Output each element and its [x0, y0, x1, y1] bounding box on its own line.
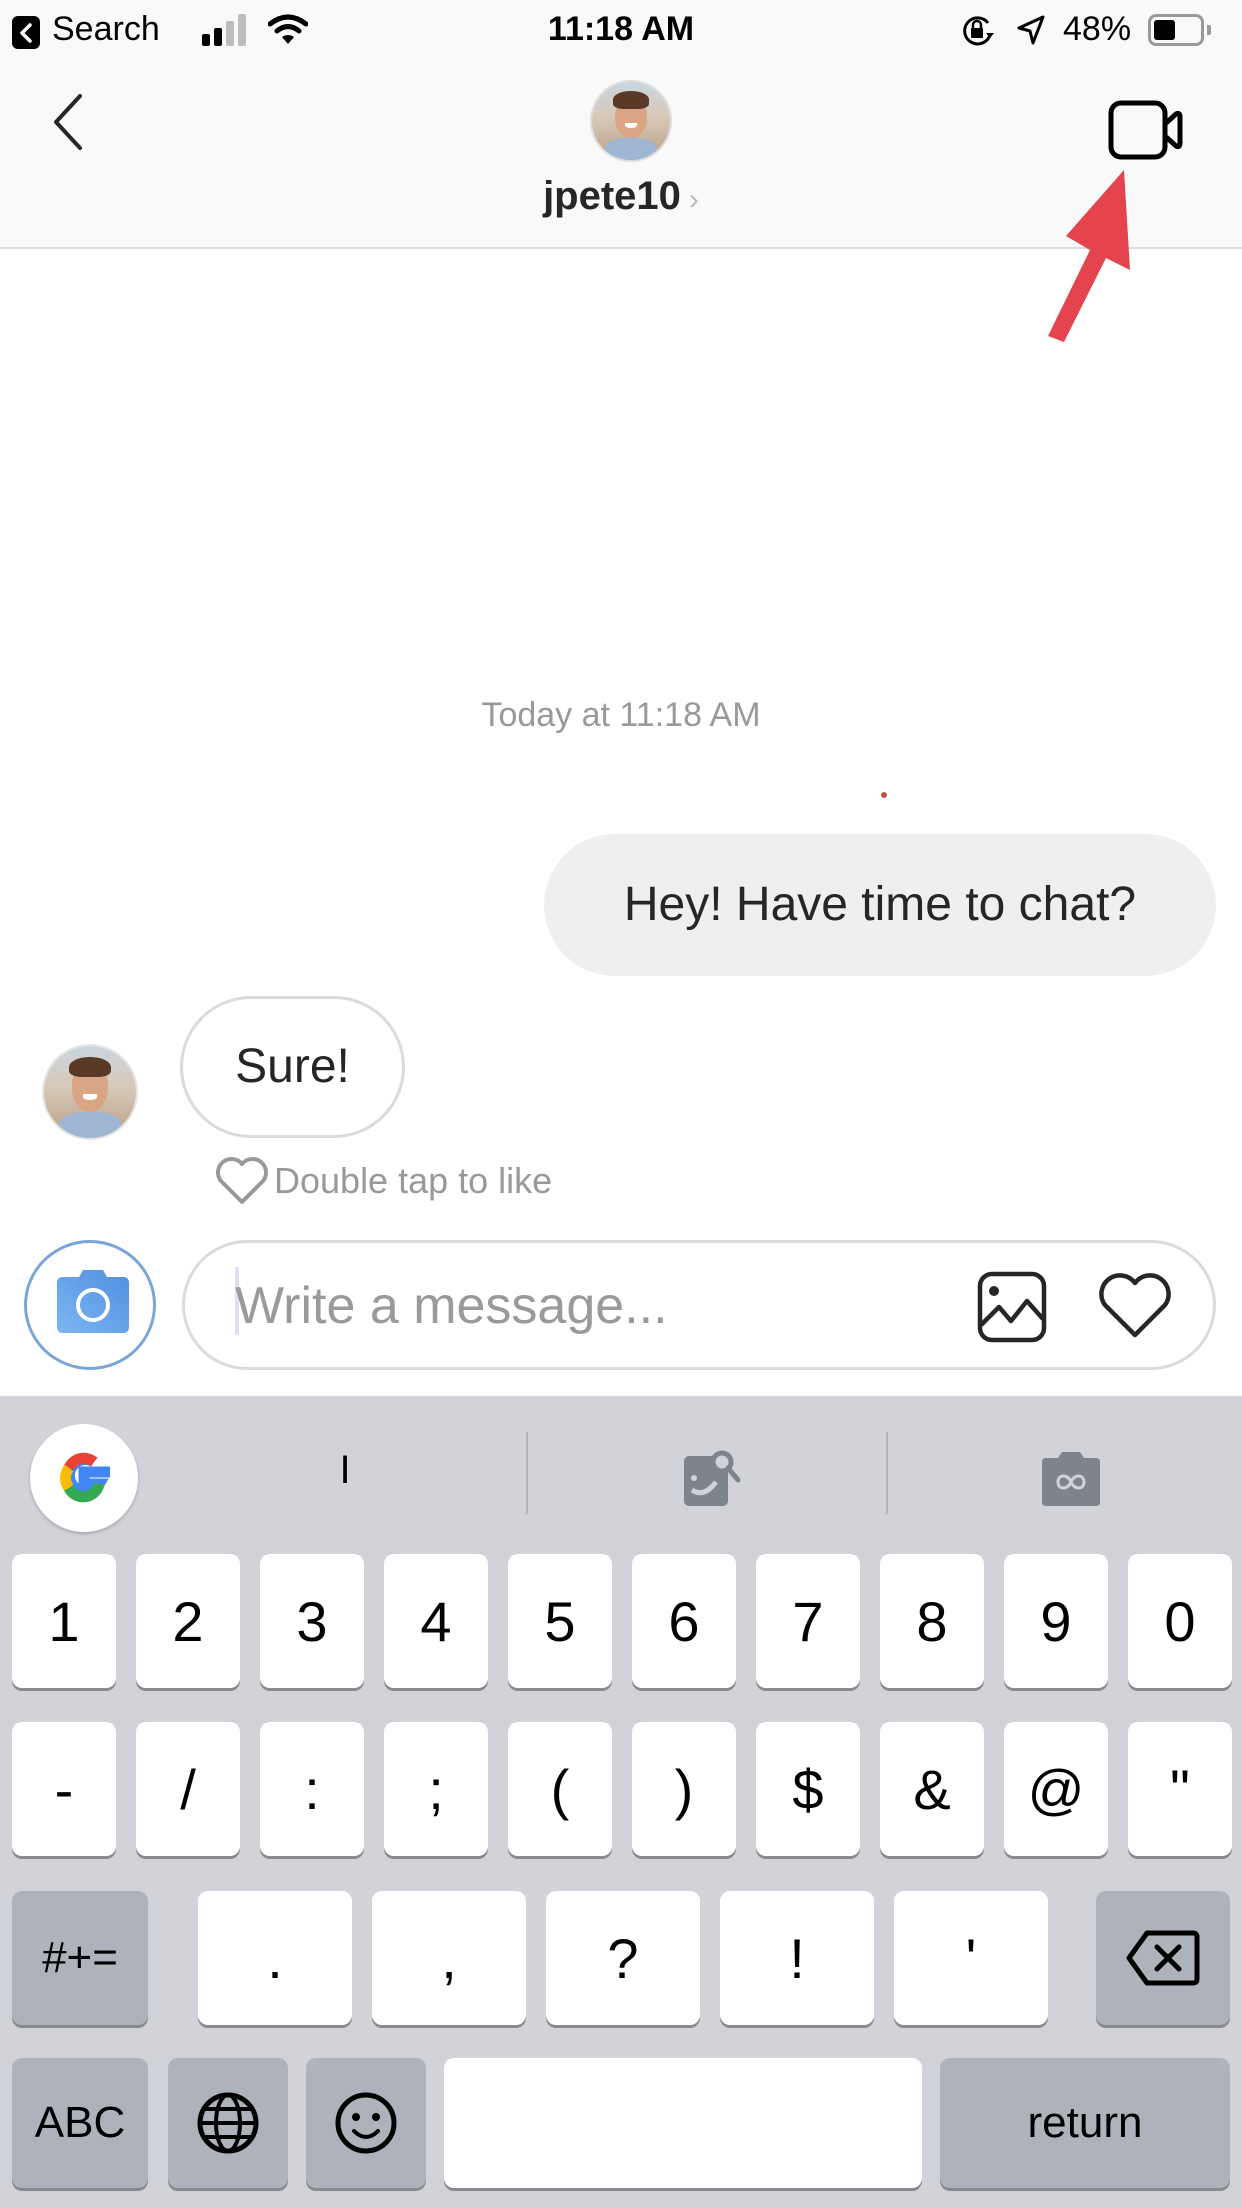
- orientation-lock-icon: [963, 16, 994, 46]
- like-button[interactable]: [1097, 1273, 1173, 1344]
- key-slash[interactable]: /: [136, 1722, 240, 1856]
- suggestion-bar: I: [0, 1396, 1242, 1546]
- suggestion-word[interactable]: I: [200, 1448, 490, 1493]
- message-composer: [182, 1240, 1216, 1370]
- more-symbols-key[interactable]: #+=: [12, 1891, 148, 2025]
- battery-tip: [1207, 25, 1211, 35]
- key-7[interactable]: 7: [756, 1554, 860, 1688]
- chevron-right-icon: ›: [688, 183, 699, 216]
- key-8[interactable]: 8: [880, 1554, 984, 1688]
- google-button[interactable]: [30, 1424, 138, 1532]
- key-apostrophe[interactable]: ': [894, 1891, 1048, 2025]
- google-icon: [60, 1452, 110, 1503]
- key-at[interactable]: @: [1004, 1722, 1108, 1856]
- message-input[interactable]: [235, 1263, 935, 1349]
- key-5[interactable]: 5: [508, 1554, 612, 1688]
- globe-key[interactable]: [168, 2058, 288, 2188]
- emoji-icon: [335, 2092, 397, 2154]
- username-label: jpete10: [543, 174, 681, 218]
- chevron-left-icon: [54, 94, 82, 150]
- message-bubble-outgoing[interactable]: Hey! Have time to chat?: [544, 834, 1216, 976]
- typing-dot: [881, 792, 887, 798]
- key-dollar[interactable]: $: [756, 1722, 860, 1856]
- emoji-key[interactable]: [306, 2058, 426, 2188]
- header-avatar[interactable]: [590, 80, 672, 162]
- key-close-paren[interactable]: ): [632, 1722, 736, 1856]
- key-9[interactable]: 9: [1004, 1554, 1108, 1688]
- like-hint: Double tap to like: [214, 1156, 552, 1206]
- key-open-paren[interactable]: (: [508, 1722, 612, 1856]
- key-1[interactable]: 1: [12, 1554, 116, 1688]
- delete-key[interactable]: [1096, 1891, 1230, 2025]
- camera-icon: [57, 1270, 129, 1333]
- key-question[interactable]: ?: [546, 1891, 700, 2025]
- like-hint-text: Double tap to like: [274, 1160, 553, 1201]
- image-icon: [977, 1271, 1047, 1343]
- key-exclamation[interactable]: !: [720, 1891, 874, 2025]
- conversation-timestamp: Today at 11:18 AM: [481, 696, 761, 734]
- location-arrow-icon: [1017, 15, 1045, 45]
- key-period[interactable]: .: [198, 1891, 352, 2025]
- abc-key[interactable]: ABC: [12, 2058, 148, 2188]
- backspace-icon: [1126, 1930, 1200, 1986]
- heart-outline-icon: [216, 1157, 268, 1204]
- video-camera-icon: [1108, 100, 1183, 160]
- gif-camera-icon[interactable]: [1040, 1450, 1102, 1508]
- suggestion-divider: [886, 1432, 888, 1514]
- sender-avatar[interactable]: [42, 1044, 138, 1140]
- red-arrow-annotation: [1048, 170, 1130, 342]
- key-quote[interactable]: ": [1128, 1722, 1232, 1856]
- return-key[interactable]: return: [940, 2058, 1230, 2188]
- battery-icon: [1148, 14, 1204, 46]
- camera-button[interactable]: [24, 1240, 156, 1370]
- key-3[interactable]: 3: [260, 1554, 364, 1688]
- key-hyphen[interactable]: -: [12, 1722, 116, 1856]
- key-comma[interactable]: ,: [372, 1891, 526, 2025]
- status-bar: Search 11:18 AM 48%: [0, 0, 1242, 62]
- back-button[interactable]: [50, 92, 86, 157]
- globe-icon: [197, 2092, 259, 2154]
- key-6[interactable]: 6: [632, 1554, 736, 1688]
- message-bubble-incoming[interactable]: Sure!: [180, 996, 405, 1138]
- key-ampersand[interactable]: &: [880, 1722, 984, 1856]
- key-0[interactable]: 0: [1128, 1554, 1232, 1688]
- space-key[interactable]: [444, 2058, 922, 2188]
- key-colon[interactable]: :: [260, 1722, 364, 1856]
- gallery-button[interactable]: [977, 1271, 1047, 1348]
- key-semicolon[interactable]: ;: [384, 1722, 488, 1856]
- key-2[interactable]: 2: [136, 1554, 240, 1688]
- video-call-button[interactable]: [1108, 100, 1184, 167]
- clock: 11:18 AM: [547, 10, 695, 48]
- battery-percent: 48%: [1063, 10, 1132, 48]
- keyboard: I 1234567890 - /:;() $ & @ " #+= .,?! ' ABC: [0, 1396, 1242, 2208]
- suggestion-divider: [526, 1432, 528, 1514]
- heart-icon: [1099, 1273, 1171, 1338]
- key-4[interactable]: 4: [384, 1554, 488, 1688]
- battery-level: [1154, 20, 1175, 40]
- image-search-icon[interactable]: [682, 1448, 744, 1510]
